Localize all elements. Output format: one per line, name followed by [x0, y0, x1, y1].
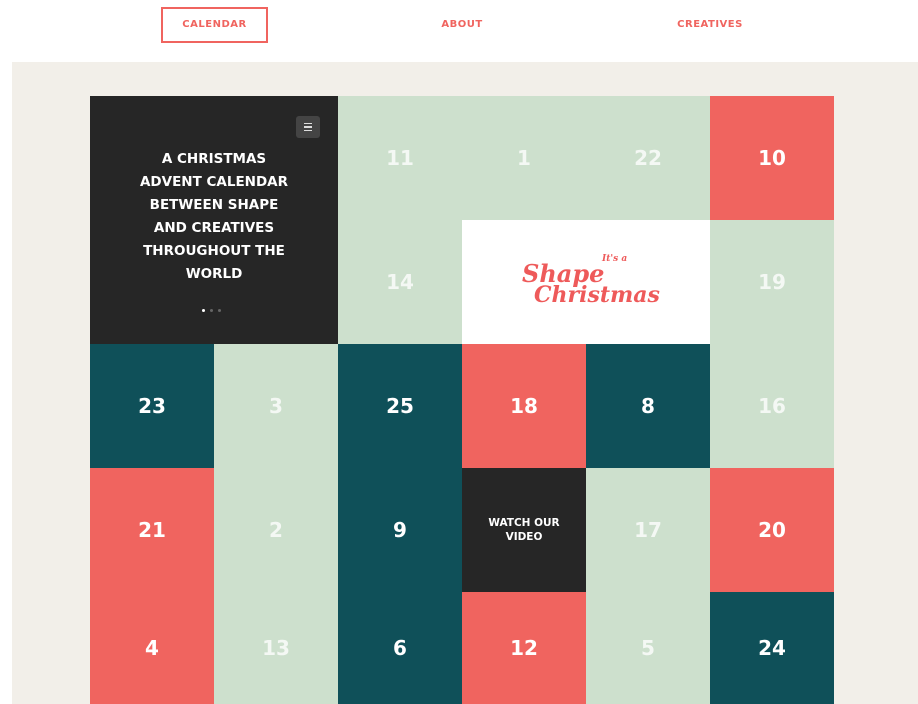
shape-christmas-logo: It's a Shape Christmas	[462, 220, 710, 344]
intro-line: A CHRISTMAS	[161, 151, 267, 167]
top-navigation: CALENDAR ABOUT CREATIVES	[0, 0, 918, 62]
day-tile-8[interactable]: 8	[586, 344, 710, 468]
intro-panel: A CHRISTMAS ADVENT CALENDAR BETWEEN SHAP…	[90, 96, 338, 344]
day-tile-3[interactable]: 3	[214, 344, 338, 468]
carousel-dot-2[interactable]	[210, 309, 213, 312]
intro-line: BETWEEN SHAPE	[149, 197, 279, 213]
nav-about[interactable]: ABOUT	[412, 7, 512, 43]
intro-line: ADVENT CALENDAR	[139, 174, 289, 190]
day-tile-12[interactable]: 12	[462, 592, 586, 704]
logo-tagline: It's a	[602, 254, 628, 264]
day-tile-1[interactable]: 1	[462, 96, 586, 220]
carousel-dot-1[interactable]	[202, 309, 205, 312]
day-tile-14[interactable]: 14	[338, 220, 462, 344]
day-tile-24[interactable]: 24	[710, 592, 834, 704]
intro-line: WORLD	[185, 266, 243, 282]
hamburger-icon[interactable]	[296, 116, 320, 138]
advent-calendar-grid: A CHRISTMAS ADVENT CALENDAR BETWEEN SHAP…	[90, 96, 834, 704]
day-tile-21[interactable]: 21	[90, 468, 214, 592]
day-tile-10[interactable]: 10	[710, 96, 834, 220]
carousel-dots	[202, 309, 221, 312]
day-tile-22[interactable]: 22	[586, 96, 710, 220]
nav-creatives[interactable]: CREATIVES	[660, 7, 760, 43]
logo-line-2: Christmas	[534, 282, 660, 308]
watch-video-button[interactable]: WATCH OUR VIDEO	[462, 468, 586, 592]
day-tile-5[interactable]: 5	[586, 592, 710, 704]
intro-line: AND CREATIVES	[153, 220, 275, 236]
day-tile-18[interactable]: 18	[462, 344, 586, 468]
day-tile-25[interactable]: 25	[338, 344, 462, 468]
intro-heading: A CHRISTMAS ADVENT CALENDAR BETWEEN SHAP…	[90, 148, 338, 286]
watch-video-label: WATCH OUR VIDEO	[488, 517, 560, 543]
nav-calendar[interactable]: CALENDAR	[161, 7, 268, 43]
carousel-dot-3[interactable]	[218, 309, 221, 312]
day-tile-23[interactable]: 23	[90, 344, 214, 468]
day-tile-11[interactable]: 11	[338, 96, 462, 220]
day-tile-6[interactable]: 6	[338, 592, 462, 704]
day-tile-2[interactable]: 2	[214, 468, 338, 592]
day-tile-19[interactable]: 19	[710, 220, 834, 344]
day-tile-13[interactable]: 13	[214, 592, 338, 704]
intro-line: THROUGHOUT THE	[143, 243, 285, 259]
day-tile-4[interactable]: 4	[90, 592, 214, 704]
day-tile-16[interactable]: 16	[710, 344, 834, 468]
day-tile-9[interactable]: 9	[338, 468, 462, 592]
day-tile-20[interactable]: 20	[710, 468, 834, 592]
day-tile-17[interactable]: 17	[586, 468, 710, 592]
